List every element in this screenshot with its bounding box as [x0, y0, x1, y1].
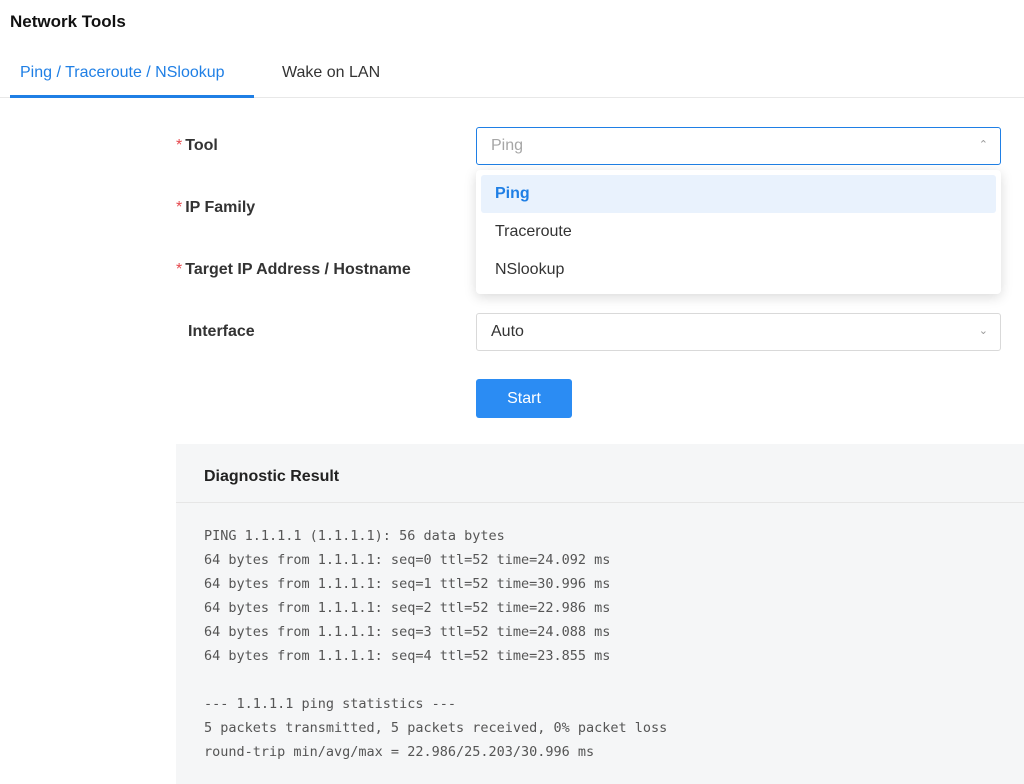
required-mark: *	[176, 261, 183, 278]
chevron-up-icon: ⌃	[978, 139, 988, 151]
interface-select[interactable]: Auto ⌄	[476, 313, 1001, 351]
tool-select-value: Ping	[491, 137, 524, 154]
target-label: * Target IP Address / Hostname	[176, 261, 411, 278]
tool-label: * Tool	[176, 137, 218, 154]
tool-dropdown: Ping Traceroute NSlookup	[476, 170, 1001, 294]
required-mark: *	[176, 137, 183, 154]
page-title: Network Tools	[10, 12, 126, 31]
dropdown-option-traceroute[interactable]: Traceroute	[481, 213, 996, 251]
dropdown-option-nslookup[interactable]: NSlookup	[481, 251, 996, 289]
result-title: Diagnostic Result	[204, 468, 340, 485]
required-mark: *	[176, 199, 183, 216]
divider	[176, 502, 1024, 503]
tool-select[interactable]: Ping ⌃	[476, 127, 1001, 165]
interface-label: Interface	[188, 323, 255, 340]
result-output: PING 1.1.1.1 (1.1.1.1): 56 data bytes 64…	[204, 528, 668, 760]
diagnostic-result-panel: Diagnostic Result PING 1.1.1.1 (1.1.1.1)…	[176, 444, 1024, 784]
interface-select-value: Auto	[491, 323, 524, 340]
ip-family-label: * IP Family	[176, 199, 256, 216]
tab-ping-traceroute-nslookup[interactable]: Ping / Traceroute / NSlookup	[20, 64, 225, 82]
chevron-down-icon: ⌄	[978, 325, 988, 337]
tab-bar: Ping / Traceroute / NSlookup Wake on LAN	[0, 58, 1024, 98]
active-tab-indicator	[10, 95, 254, 98]
start-button[interactable]: Start	[476, 379, 572, 418]
dropdown-option-ping[interactable]: Ping	[481, 175, 996, 213]
tab-wake-on-lan[interactable]: Wake on LAN	[282, 64, 380, 82]
